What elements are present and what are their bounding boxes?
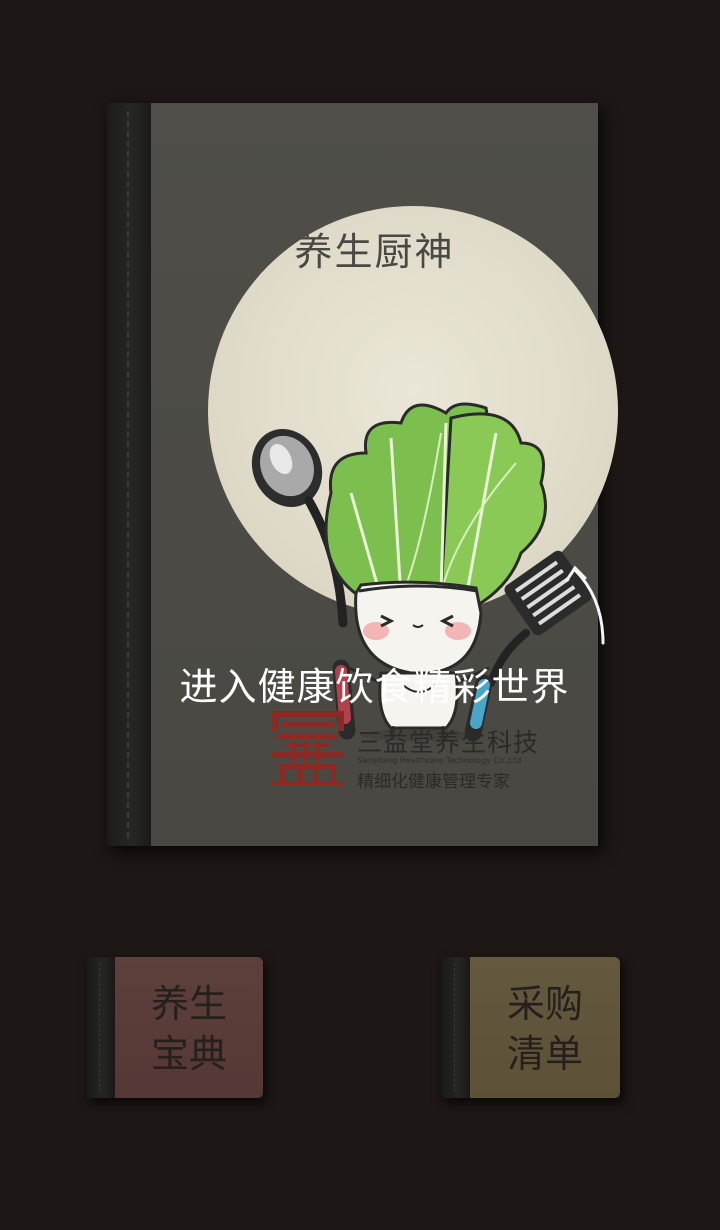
spine-stitching <box>127 111 129 838</box>
company-name-english: Sanyitang Healthcare Technology Co.,Ltd <box>357 756 522 765</box>
book-title: 养生厨神 <box>294 230 455 274</box>
health-guide-book-button[interactable]: 养生 宝典 <box>87 957 263 1098</box>
curved-arrow-icon <box>565 565 605 645</box>
health-guide-label: 养生 宝典 <box>150 982 227 1076</box>
company-name: 三益堂养生科技 <box>357 728 540 757</box>
book-spine <box>107 103 151 846</box>
sanyitang-logo-icon <box>272 711 344 786</box>
cabbage-leaves <box>324 402 547 605</box>
company-slogan: 精细化健康管理专家 <box>357 772 510 792</box>
mini-book-spine <box>87 957 115 1098</box>
mini-book-spine <box>442 957 470 1098</box>
book-cover: 养生厨神 进入健康饮食精彩世界 三益堂养生科技 Sanyitang Health… <box>151 103 618 846</box>
shopping-list-book-button[interactable]: 采购 清单 <box>442 957 620 1098</box>
shopping-list-label: 采购 清单 <box>506 982 583 1076</box>
enter-world-button-text[interactable]: 进入健康饮食精彩世界 <box>151 656 598 711</box>
main-recipe-book[interactable]: 养生厨神 进入健康饮食精彩世界 三益堂养生科技 Sanyitang Health… <box>107 103 618 846</box>
